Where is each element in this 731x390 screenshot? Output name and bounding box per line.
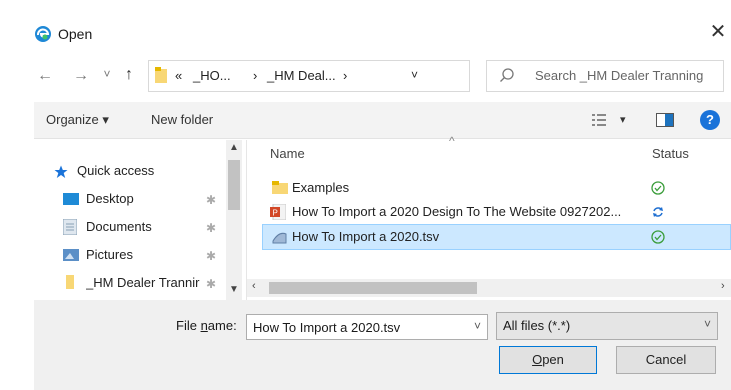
tsv-file-icon [272,232,287,244]
scrollbar-thumb[interactable] [269,282,477,294]
open-accel: O [532,352,543,367]
filename-value: How To Import a 2020.tsv [253,320,401,335]
pin-icon: ✱ [206,193,217,207]
scroll-right-icon[interactable]: › [721,280,725,292]
synced-check-icon [651,181,665,195]
chevron-down-icon[interactable]: ˅ [704,317,711,331]
search-placeholder: Search _HM Dealer Tranning [535,68,704,83]
column-header-name[interactable]: Name [270,146,305,161]
pin-icon: ✱ [206,249,217,263]
folder-icon [272,181,288,194]
filename-label-accel: n [200,318,208,333]
breadcrumb-overflow[interactable]: « [175,68,182,83]
svg-text:P: P [273,209,278,218]
breadcrumb-item-hm-deal[interactable]: _HM Deal... [267,68,336,83]
command-toolbar: Organize ▾ New folder ▾ ? [34,102,731,138]
file-row[interactable]: How To Import a 2020.tsv [262,224,731,250]
column-header-status[interactable]: Status [652,146,689,161]
powerpoint-icon: P [270,204,286,220]
close-icon[interactable]: ✕ [706,20,730,44]
pictures-folder-icon [63,249,79,261]
pin-icon: ✱ [206,221,217,235]
new-folder-button[interactable]: New folder [151,112,213,127]
organize-button[interactable]: Organize ▾ [46,112,109,128]
folder-icon [66,275,74,289]
sidebar-item-pictures[interactable]: Pictures [86,247,133,262]
view-dropdown-icon[interactable]: ▾ [620,113,626,126]
address-dropdown-icon[interactable]: ˅ [411,68,418,82]
view-options-icon[interactable] [592,114,606,126]
synced-check-icon [651,230,665,244]
filetype-value: All files (*.*) [503,318,571,333]
scroll-up-icon[interactable]: ▲ [229,142,239,153]
scroll-down-icon[interactable]: ▼ [229,284,239,295]
file-row[interactable]: Examples [262,176,731,200]
dialog-footer: File name: How To Import a 2020.tsv ˅ Al… [34,300,731,390]
search-box[interactable]: Search _HM Dealer Tranning [486,60,724,92]
toolbar-divider [34,138,731,139]
filename-input[interactable]: How To Import a 2020.tsv ˅ [246,314,488,340]
folder-icon [155,67,167,83]
file-name: How To Import a 2020.tsv [292,229,440,244]
preview-pane-icon[interactable] [656,113,674,127]
breadcrumb-separator[interactable]: › [253,68,257,83]
forward-arrow-icon[interactable]: → [72,66,90,86]
help-icon[interactable]: ? [700,110,720,130]
sync-pending-icon [653,207,663,217]
sidebar-scrollbar[interactable]: ▲ ▼ [226,140,242,300]
breadcrumb-separator[interactable]: › [343,68,347,83]
breadcrumb-item-ho[interactable]: _HO... [193,68,231,83]
address-bar[interactable]: « _HO... › _HM Deal... › ˅ ↻ [148,60,600,92]
recent-locations-icon[interactable]: ˅ [98,64,116,84]
file-row[interactable]: P How To Import a 2020 Design To The Web… [262,200,731,224]
open-button[interactable]: Open [499,346,597,374]
star-icon [54,165,68,178]
file-name: How To Import a 2020 Design To The Websi… [292,204,622,219]
file-name: Examples [292,180,350,195]
open-label: pen [542,352,564,367]
filename-label-text: ame: [207,318,237,333]
chevron-down-icon[interactable]: ˅ [474,319,481,333]
desktop-folder-icon [63,193,79,205]
sort-indicator-icon: ^ [449,134,455,148]
cancel-button[interactable]: Cancel [616,346,716,374]
back-arrow-icon[interactable]: ← [36,66,54,86]
up-arrow-icon[interactable]: ↑ [120,65,138,85]
file-list-hscrollbar[interactable]: ‹ › [247,279,731,297]
dialog-title: Open [58,26,93,42]
filename-label: File name: [176,318,237,333]
filetype-select[interactable]: All files (*.*) ˅ [496,312,718,340]
scrollbar-thumb[interactable] [228,160,240,210]
scroll-left-icon[interactable]: ‹ [252,280,256,292]
pane-divider [246,140,247,300]
sidebar-item-quick-access[interactable]: Quick access [77,163,154,178]
sidebar-item-documents[interactable]: Documents [86,219,152,234]
filename-label-text: File [176,318,201,333]
sidebar-item-hm-dealer[interactable]: _HM Dealer Trannir [86,275,204,290]
pin-icon: ✱ [206,277,217,291]
documents-folder-icon [63,219,77,235]
search-icon [500,68,514,82]
edge-logo-icon [35,26,51,42]
sidebar-item-desktop[interactable]: Desktop [86,191,134,206]
